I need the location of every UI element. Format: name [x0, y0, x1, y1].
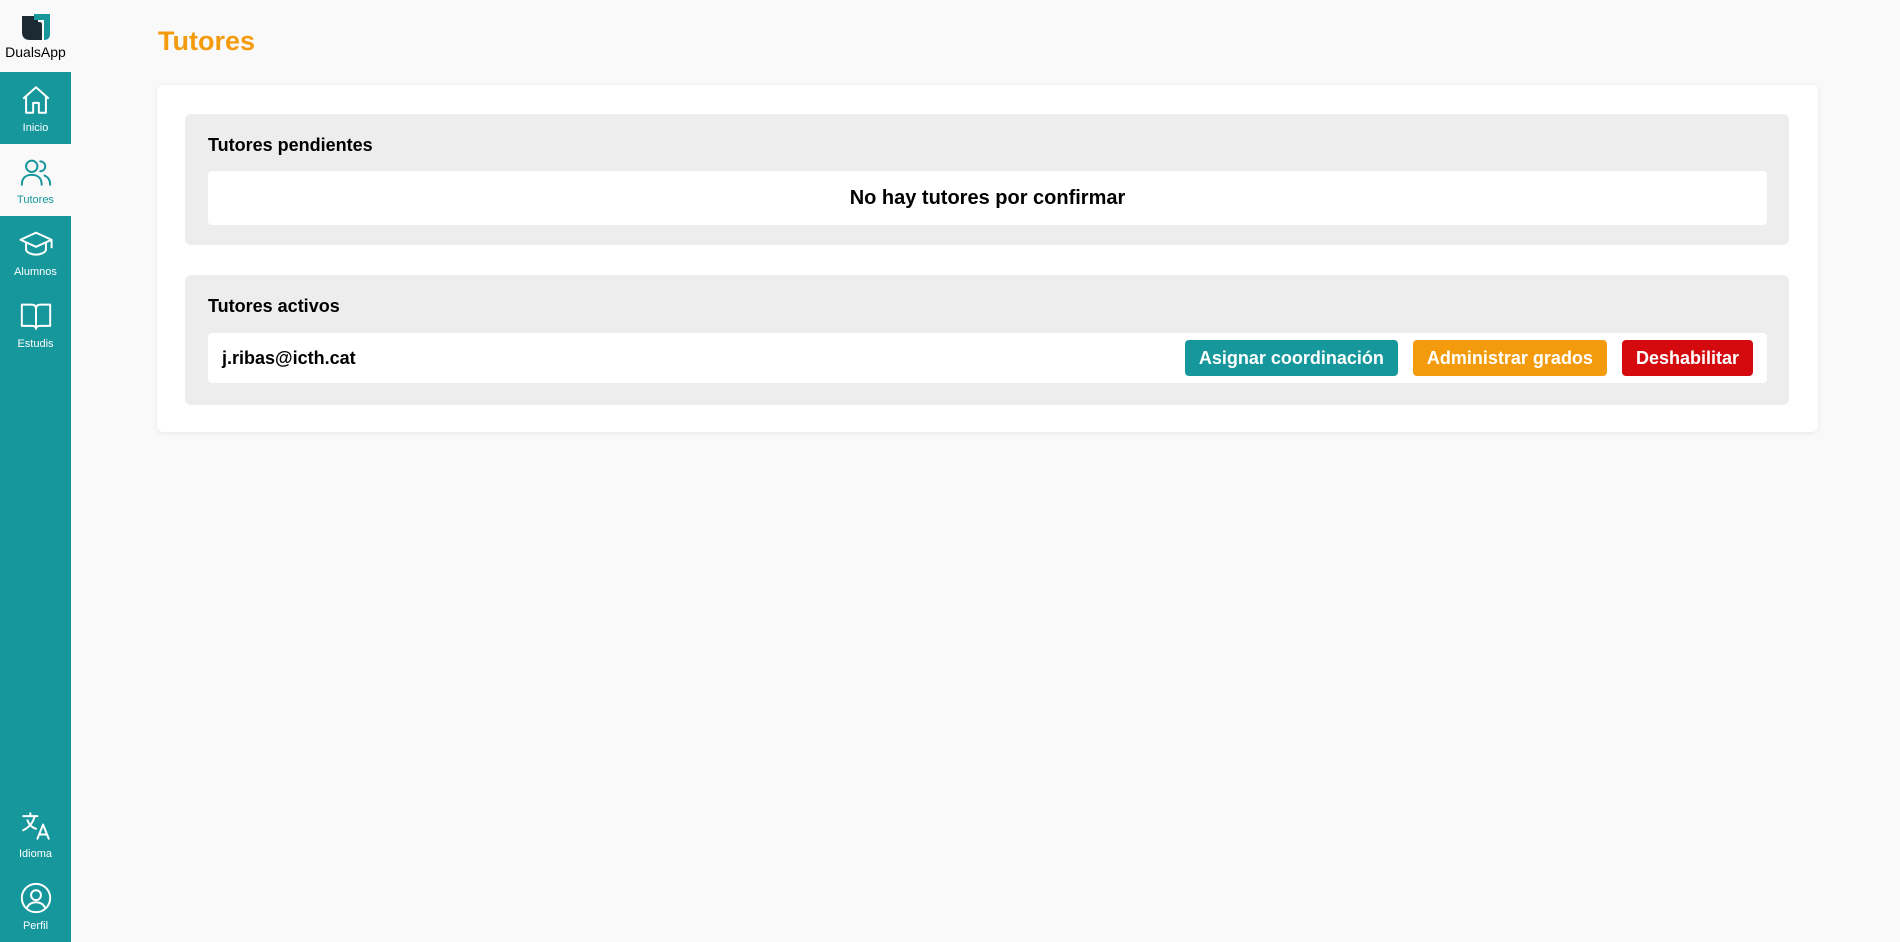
sidebar-item-idioma[interactable]: Idioma: [0, 798, 71, 870]
assign-coordination-button[interactable]: Asignar coordinación: [1184, 340, 1398, 376]
sidebar-item-alumnos[interactable]: Alumnos: [0, 216, 71, 288]
active-tutors-title: Tutores activos: [208, 296, 340, 316]
sidebar-item-label: Alumnos: [14, 265, 57, 278]
book-icon: [20, 303, 51, 330]
pending-tutors-title: Tutores pendientes: [208, 135, 373, 155]
manage-grades-button[interactable]: Administrar grados: [1412, 340, 1607, 376]
sidebar-item-label: Estudis: [17, 337, 54, 350]
tutors-card: Tutores pendientes No hay tutores por co…: [157, 85, 1818, 432]
sidebar-item-tutores[interactable]: Tutores: [0, 144, 71, 216]
sidebar: DualsApp Inicio Tutores Alumnos Estudis: [0, 0, 71, 942]
sidebar-item-estudis[interactable]: Estudis: [0, 288, 71, 360]
dualsapp-logo-icon: [21, 14, 50, 40]
home-icon: [22, 85, 49, 114]
app-logo[interactable]: DualsApp: [0, 0, 71, 72]
active-tutors-panel: Tutores activos j.ribas@icth.cat Asignar…: [185, 275, 1789, 405]
tutor-email: j.ribas@icth.cat: [222, 347, 356, 368]
disable-tutor-button[interactable]: Deshabilitar: [1621, 340, 1753, 376]
tutor-row: j.ribas@icth.cat Asignar coordinación Ad…: [208, 333, 1767, 383]
sidebar-item-label: Tutores: [17, 193, 54, 206]
user-circle-icon: [20, 882, 51, 913]
sidebar-item-label: Perfil: [22, 919, 49, 932]
pending-tutors-empty-message: No hay tutores por confirmar: [208, 171, 1767, 225]
pending-tutors-panel: Tutores pendientes No hay tutores por co…: [185, 114, 1789, 245]
language-icon: [21, 811, 50, 840]
users-icon: [20, 159, 51, 186]
sidebar-item-inicio[interactable]: Inicio: [0, 72, 71, 144]
app-name: DualsApp: [5, 44, 66, 60]
page-title: Tutores: [158, 26, 256, 56]
sidebar-item-label: Inicio: [22, 121, 49, 134]
graduation-cap-icon: [18, 231, 53, 256]
sidebar-item-perfil[interactable]: Perfil: [0, 870, 71, 942]
sidebar-item-label: Idioma: [18, 847, 53, 860]
